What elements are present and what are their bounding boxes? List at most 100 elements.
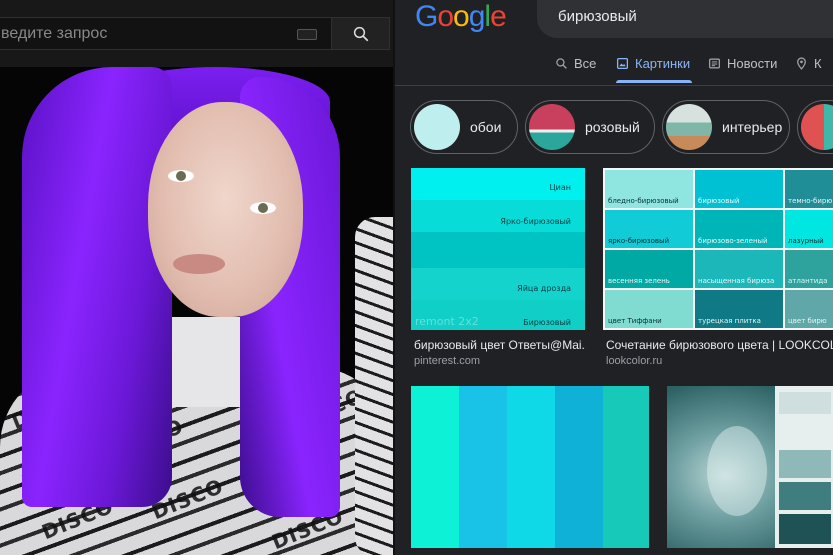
swatch-stripe [411, 386, 459, 548]
chip-label: розовый [585, 119, 640, 135]
result-title[interactable]: бирюзовый цвет Ответы@Mai... [414, 338, 586, 352]
swatch-band: Циан [411, 168, 585, 200]
google-images-window: Google бирюзовый Все Картинки Новости К [395, 0, 833, 555]
header-separator [395, 85, 833, 86]
image-result[interactable]: бледно-бирюзовый бирюзовый темно-бирю ярко-… [603, 168, 833, 368]
logo-letter: e [490, 0, 507, 33]
video-eye [168, 170, 194, 182]
result-source: pinterest.com [414, 355, 481, 367]
screen: ведите запрос DISCO DISCO DISCO DISCO DI… [0, 0, 833, 555]
swatch-stripe [507, 386, 555, 548]
color-swatch: бирюзово-зеленый [695, 210, 783, 248]
video-search-input[interactable]: ведите запрос [0, 17, 331, 50]
search-query: бирюзовый [558, 8, 637, 25]
map-pin-icon [797, 57, 806, 70]
tab-news[interactable]: Новости [708, 56, 777, 71]
video-face [148, 102, 303, 317]
tab-label: Картинки [635, 56, 691, 71]
image-icon [616, 57, 629, 70]
chip-label: обои [470, 119, 502, 135]
active-tab-indicator [616, 80, 692, 83]
chip-wallpaper[interactable]: обои [410, 100, 518, 154]
swatch-label: Яйца дрозда [517, 284, 571, 293]
video-glove [355, 217, 393, 555]
video-lips [173, 254, 225, 274]
image-result[interactable]: Циан Ярко-бирюзовый Яйца дрозда Бирюзовы… [411, 168, 586, 368]
color-swatch: бледно-бирюзовый [605, 170, 693, 208]
chip-more[interactable] [797, 100, 833, 154]
swatch-band [411, 232, 585, 268]
result-thumbnail: бледно-бирюзовый бирюзовый темно-бирю ярко-… [603, 168, 833, 330]
color-swatch: атлантида [785, 250, 833, 288]
tab-label: Все [574, 56, 597, 71]
result-thumbnail [667, 386, 833, 548]
google-logo[interactable]: Google [415, 0, 507, 34]
swatch-label: Циан [549, 183, 571, 192]
swatch-stripe [603, 386, 649, 548]
search-tabs: Все Картинки Новости К [395, 50, 833, 84]
tab-images[interactable]: Картинки [616, 56, 690, 71]
chip-pink[interactable]: розовый [525, 100, 655, 154]
search-icon [556, 58, 567, 69]
color-swatch: темно-бирю [785, 170, 833, 208]
result-thumbnail: Циан Ярко-бирюзовый Яйца дрозда Бирюзовы… [411, 168, 585, 330]
tab-maps[interactable]: К [795, 56, 822, 71]
swatch-label: темно-бирю [788, 197, 833, 205]
color-swatch: турецкая плитка [695, 290, 783, 328]
chip-thumbnail [801, 104, 833, 150]
google-logo-text: Google [415, 0, 507, 33]
keyboard-icon[interactable] [297, 29, 317, 40]
palette-swatch [779, 392, 831, 414]
image-result[interactable] [667, 386, 833, 548]
logo-letter: g [468, 0, 486, 33]
swatch-label: бирюзовый [698, 197, 740, 205]
search-input[interactable]: бирюзовый [537, 0, 833, 38]
color-swatch: цвет Тиффани [605, 290, 693, 328]
palette-swatch [779, 514, 831, 544]
swatch-label: Бирюзовый [523, 318, 571, 327]
swatch-stripe [459, 386, 507, 548]
image-result[interactable] [411, 386, 649, 548]
swatch-label: цвет Тиффани [608, 317, 662, 325]
logo-letter: G [415, 0, 438, 33]
related-chips: обои розовый интерьер [410, 100, 833, 154]
chip-thumbnail [414, 104, 460, 150]
video-eye [250, 202, 276, 214]
swatch-label: насыщенная бирюза [698, 277, 775, 285]
swatch-label: ярко-бирюзовый [608, 237, 670, 245]
color-swatch: ярко-бирюзовый [605, 210, 693, 248]
search-icon [353, 26, 368, 41]
video-hair [22, 67, 172, 507]
video-search-placeholder: ведите запрос [1, 25, 108, 42]
swatch-label: турецкая плитка [698, 317, 761, 325]
chip-interior[interactable]: интерьер [662, 100, 790, 154]
swatch-stripe [555, 386, 603, 548]
video-frame[interactable]: DISCO DISCO DISCO DISCO DISCO DISCO DISC… [0, 67, 393, 555]
swatch-label: лазурный [788, 237, 824, 245]
palette-swatch [779, 482, 831, 510]
swatch-label: бледно-бирюзовый [608, 197, 679, 205]
tab-all[interactable]: Все [555, 56, 596, 71]
result-thumbnail [411, 386, 649, 548]
swatch-band: Ярко-бирюзовый [411, 200, 585, 232]
swatch-band: Яйца дрозда [411, 268, 585, 300]
palette-swatch [779, 450, 831, 478]
color-swatch: лазурный [785, 210, 833, 248]
tab-label: Новости [727, 56, 778, 71]
chip-thumbnail [666, 104, 712, 150]
swatch-label: атлантида [788, 277, 828, 285]
chip-label: интерьер [722, 119, 783, 135]
watermark: remont 2x2 [415, 315, 479, 328]
news-icon [708, 58, 721, 69]
result-title[interactable]: Сочетание бирюзового цвета | LOOKCOLOR [606, 338, 833, 352]
wave-foam [707, 426, 767, 516]
color-swatch: бирюзовый [695, 170, 783, 208]
logo-letter: o [437, 0, 454, 33]
logo-letter: o [453, 0, 470, 33]
color-swatch: весенняя зелень [605, 250, 693, 288]
tab-label: К [814, 56, 822, 71]
video-search-button[interactable] [331, 17, 390, 50]
swatch-label: Ярко-бирюзовый [500, 217, 571, 226]
video-player-window: ведите запрос DISCO DISCO DISCO DISCO DI… [0, 0, 393, 555]
color-swatch: цвет бирю [785, 290, 833, 328]
